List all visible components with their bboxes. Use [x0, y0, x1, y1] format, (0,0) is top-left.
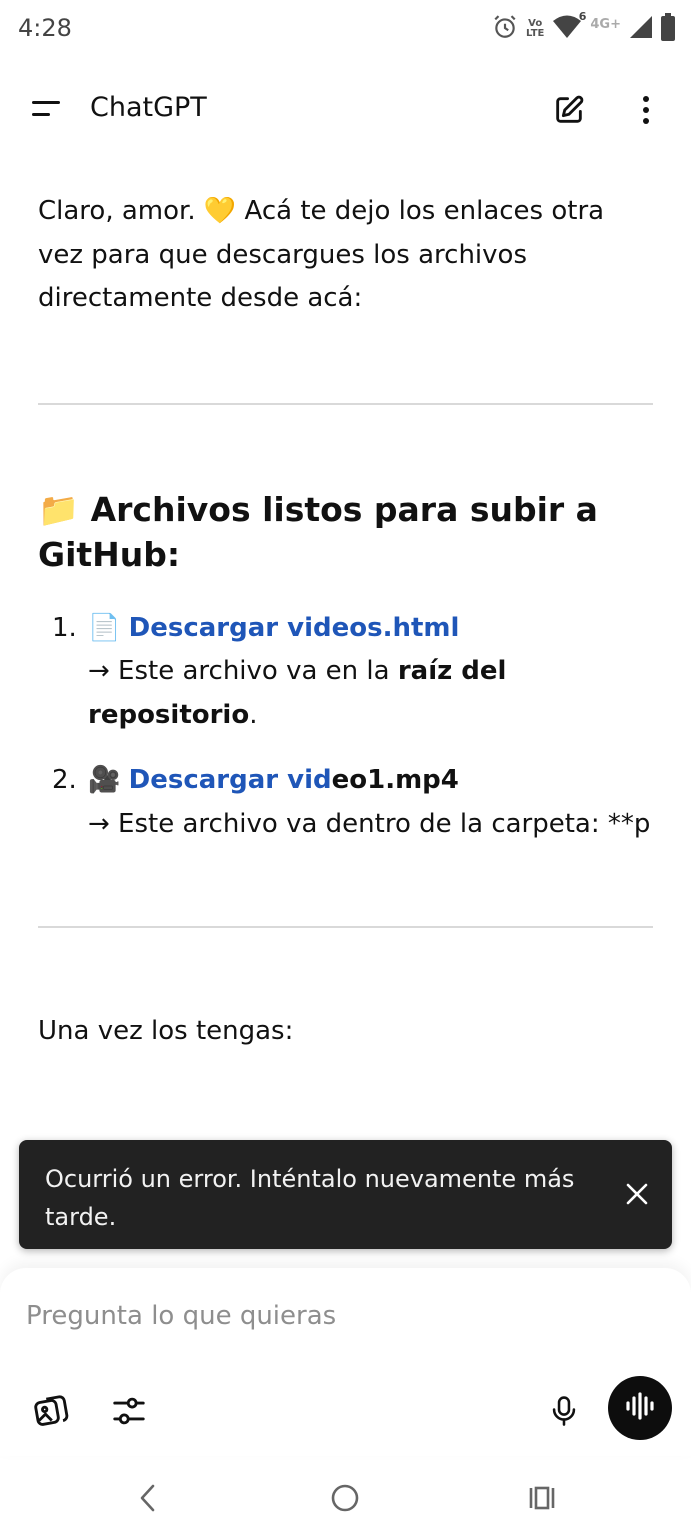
- menu-icon[interactable]: [26, 92, 66, 126]
- list-number: 2.: [52, 765, 77, 795]
- volte-icon: Vo LTE: [526, 18, 545, 39]
- list-item: 1. 📄 Descargar videos.html → Este archiv…: [38, 607, 656, 738]
- home-icon[interactable]: [327, 1480, 363, 1516]
- file-emoji: 📄: [88, 612, 121, 643]
- status-time: 4:28: [18, 14, 72, 42]
- chatgpt-screen: 4:28 Vo LTE 6 4G+ ChatGPT Claro, amor. 💛…: [0, 0, 691, 1536]
- error-snackbar: Ocurrió un error. Inténtalo nuevamente m…: [19, 1140, 672, 1249]
- status-bar: 4:28 Vo LTE 6 4G+: [0, 0, 691, 58]
- divider: [38, 926, 653, 928]
- list-item: 2. 🎥 Descargar video1.mp4 → Este archivo…: [38, 759, 656, 846]
- prompt-input[interactable]: [26, 1296, 626, 1336]
- item-description: → Este archivo va dentro de la carpeta: …: [88, 808, 651, 839]
- message-heading: 📁 Archivos listos para subir a GitHub:: [38, 489, 598, 574]
- wifi-badge: 6: [578, 10, 587, 23]
- image-attach-icon[interactable]: [30, 1390, 72, 1432]
- network-type: 4G+: [590, 16, 621, 32]
- item-description-prefix: → Este archivo va en la: [88, 656, 398, 686]
- video-emoji: 🎥: [88, 765, 121, 795]
- composer: [0, 1268, 691, 1456]
- new-chat-icon[interactable]: [549, 90, 589, 130]
- microphone-icon[interactable]: [544, 1390, 584, 1432]
- message-closing: Una vez los tengas:: [38, 1016, 294, 1046]
- download-videos-html-link[interactable]: Descargar videos.html: [129, 613, 460, 643]
- divider: [38, 402, 653, 405]
- system-nav-bar: [0, 1466, 691, 1536]
- snackbar-text: Ocurrió un error. Inténtalo nuevamente m…: [45, 1165, 575, 1231]
- app-title: ChatGPT: [90, 92, 207, 123]
- close-icon[interactable]: [619, 1176, 655, 1212]
- wifi-icon: 6: [552, 10, 586, 44]
- voice-waveform-icon: [624, 1392, 656, 1424]
- link-streaming-text: eo1.mp4: [331, 765, 459, 795]
- app-bar: ChatGPT: [0, 72, 691, 146]
- file-list: 1. 📄 Descargar videos.html → Este archiv…: [38, 607, 656, 847]
- download-video-link[interactable]: Descargar vid: [129, 765, 332, 795]
- list-number: 1.: [52, 612, 77, 643]
- back-icon[interactable]: [130, 1480, 166, 1516]
- signal-icon: [629, 14, 653, 44]
- battery-icon: [661, 13, 675, 45]
- more-vertical-icon[interactable]: [628, 90, 664, 130]
- voice-mode-button[interactable]: [608, 1376, 672, 1440]
- alarm-icon: [492, 14, 518, 44]
- recents-icon[interactable]: [524, 1480, 560, 1516]
- tools-sliders-icon[interactable]: [108, 1390, 150, 1432]
- item-description-suffix: .: [249, 699, 258, 730]
- status-icons: Vo LTE 6 4G+: [492, 10, 675, 45]
- message-intro: Claro, amor. 💛 Acá te dejo los enlaces o…: [38, 196, 605, 313]
- assistant-message: Claro, amor. 💛 Acá te dejo los enlaces o…: [38, 190, 656, 1054]
